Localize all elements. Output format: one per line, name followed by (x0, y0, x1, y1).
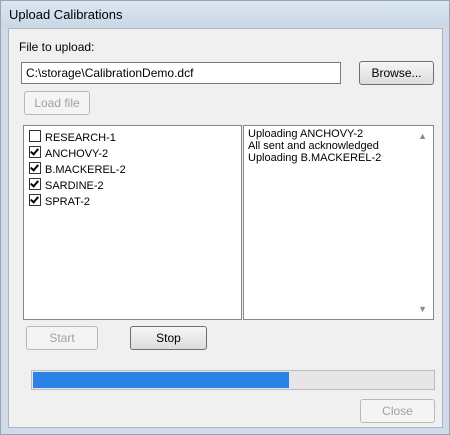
file-path-input[interactable]: C:\storage\CalibrationDemo.dcf (21, 62, 341, 84)
checkbox[interactable] (29, 194, 41, 206)
calibration-label: SPRAT-2 (45, 196, 91, 208)
stop-button[interactable]: Stop (130, 326, 207, 350)
file-to-upload-label: File to upload: (19, 40, 95, 54)
progress-fill (33, 372, 289, 388)
calibration-label: ANCHOVY-2 (45, 148, 109, 160)
checkbox[interactable] (29, 146, 41, 158)
calibration-item-anchovy-2[interactable]: ANCHOVY-2 (29, 146, 108, 160)
calibration-label: B.MACKEREL-2 (45, 164, 126, 176)
calibration-item-b-mackerel-2[interactable]: B.MACKEREL-2 (29, 162, 126, 176)
start-button[interactable]: Start (26, 326, 98, 350)
checkbox[interactable] (29, 178, 41, 190)
log-line: All sent and acknowledged (248, 140, 379, 152)
calibration-label: RESEARCH-1 (45, 132, 116, 144)
log-line: Uploading B.MACKEREL-2 (248, 152, 382, 164)
checkbox[interactable] (29, 162, 41, 174)
scroll-up-icon[interactable]: ▲ (418, 131, 427, 141)
browse-button[interactable]: Browse... (359, 61, 434, 85)
calibration-item-sprat-2[interactable]: SPRAT-2 (29, 194, 90, 208)
scroll-down-icon[interactable]: ▼ (418, 304, 427, 314)
log-line: Uploading ANCHOVY-2 (248, 128, 364, 140)
calibration-list[interactable]: RESEARCH-1 ANCHOVY-2 B.MACKEREL-2 SARDIN… (23, 125, 242, 320)
window-title: Upload Calibrations (9, 7, 123, 22)
calibration-item-research-1[interactable]: RESEARCH-1 (29, 130, 116, 144)
load-file-button[interactable]: Load file (24, 91, 90, 115)
upload-log[interactable]: Uploading ANCHOVY-2 All sent and acknowl… (243, 125, 434, 320)
calibration-label: SARDINE-2 (45, 180, 104, 192)
close-button[interactable]: Close (360, 399, 435, 423)
upload-calibrations-dialog: Upload Calibrations File to upload: C:\s… (0, 0, 450, 435)
checkbox[interactable] (29, 130, 41, 142)
calibration-item-sardine-2[interactable]: SARDINE-2 (29, 178, 104, 192)
dialog-body: File to upload: C:\storage\CalibrationDe… (8, 28, 443, 428)
title-bar[interactable]: Upload Calibrations (1, 1, 449, 27)
upload-progress-bar (31, 370, 435, 390)
